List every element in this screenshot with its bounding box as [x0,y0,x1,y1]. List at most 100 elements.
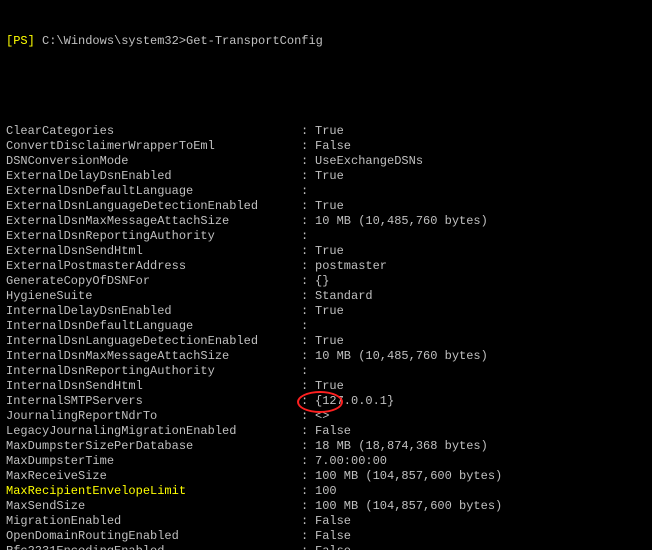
property-colon: : [301,154,315,169]
property-key: InternalDsnReportingAuthority [6,364,301,379]
property-colon: : [301,409,315,424]
property-colon: : [301,349,315,364]
property-key: InternalDsnMaxMessageAttachSize [6,349,301,364]
output-row: ExternalDsnDefaultLanguage: [6,184,646,199]
property-value: False [315,139,351,154]
property-key: MaxRecipientEnvelopeLimit [6,484,301,499]
output-row: ConvertDisclaimerWrapperToEml: False [6,139,646,154]
property-colon: : [301,244,315,259]
output-row: GenerateCopyOfDSNFor: {} [6,274,646,289]
output-row: InternalSMTPServers: {127.0.0.1} [6,394,646,409]
property-colon: : [301,499,315,514]
property-value: True [315,379,344,394]
output-row: HygieneSuite: Standard [6,289,646,304]
property-colon: : [301,304,315,319]
property-key: JournalingReportNdrTo [6,409,301,424]
output-row: InternalDsnMaxMessageAttachSize: 10 MB (… [6,349,646,364]
property-colon: : [301,124,315,139]
property-key: ExternalDsnLanguageDetectionEnabled [6,199,301,214]
property-value: 100 MB (104,857,600 bytes) [315,469,502,484]
property-key: ConvertDisclaimerWrapperToEml [6,139,301,154]
property-colon: : [301,364,315,379]
output-row: ExternalPostmasterAddress: postmaster [6,259,646,274]
property-key: LegacyJournalingMigrationEnabled [6,424,301,439]
output-row: ClearCategories: True [6,124,646,139]
property-key: InternalDelayDsnEnabled [6,304,301,319]
property-value: False [315,544,351,550]
property-value: {127.0.0.1} [315,394,394,409]
property-value: 7.00:00:00 [315,454,387,469]
property-key: Rfc2231EncodingEnabled [6,544,301,550]
property-colon: : [301,214,315,229]
property-colon: : [301,469,315,484]
property-value: {} [315,274,329,289]
property-key: MigrationEnabled [6,514,301,529]
property-value: True [315,199,344,214]
property-key: MaxSendSize [6,499,301,514]
output-row: MigrationEnabled: False [6,514,646,529]
property-key: InternalSMTPServers [6,394,301,409]
output-row: Rfc2231EncodingEnabled: False [6,544,646,550]
output-row: MaxDumpsterTime: 7.00:00:00 [6,454,646,469]
property-value: True [315,304,344,319]
property-value: True [315,124,344,139]
property-colon: : [301,529,315,544]
output-row: InternalDsnLanguageDetectionEnabled: Tru… [6,334,646,349]
property-value: False [315,529,351,544]
property-key: DSNConversionMode [6,154,301,169]
property-colon: : [301,199,315,214]
output-row: DSNConversionMode: UseExchangeDSNs [6,154,646,169]
property-key: ExternalDsnMaxMessageAttachSize [6,214,301,229]
output-row: MaxDumpsterSizePerDatabase: 18 MB (18,87… [6,439,646,454]
property-key: ExternalPostmasterAddress [6,259,301,274]
output-row: LegacyJournalingMigrationEnabled: False [6,424,646,439]
powershell-terminal[interactable]: [PS] C:\Windows\system32>Get-TransportCo… [0,0,652,550]
property-colon: : [301,514,315,529]
property-key: HygieneSuite [6,289,301,304]
property-colon: : [301,544,315,550]
property-key: ClearCategories [6,124,301,139]
property-value: Standard [315,289,373,304]
property-colon: : [301,319,315,334]
property-key: ExternalDsnReportingAuthority [6,229,301,244]
property-colon: : [301,274,315,289]
property-value: <> [315,409,329,424]
property-colon: : [301,454,315,469]
property-value: True [315,169,344,184]
property-key: GenerateCopyOfDSNFor [6,274,301,289]
property-colon: : [301,334,315,349]
property-value: 10 MB (10,485,760 bytes) [315,214,488,229]
property-key: InternalDsnSendHtml [6,379,301,394]
output-row: OpenDomainRoutingEnabled: False [6,529,646,544]
output-row: JournalingReportNdrTo: <> [6,409,646,424]
output-row: InternalDelayDsnEnabled: True [6,304,646,319]
command-output: ClearCategories: TrueConvertDisclaimerWr… [6,124,646,550]
property-colon: : [301,169,315,184]
property-key: InternalDsnDefaultLanguage [6,319,301,334]
property-value: False [315,514,351,529]
property-colon: : [301,439,315,454]
property-value: False [315,424,351,439]
property-value: True [315,334,344,349]
property-key: ExternalDelayDsnEnabled [6,169,301,184]
property-key: MaxDumpsterTime [6,454,301,469]
output-row: ExternalDsnLanguageDetectionEnabled: Tru… [6,199,646,214]
property-key: InternalDsnLanguageDetectionEnabled [6,334,301,349]
output-row: ExternalDsnMaxMessageAttachSize: 10 MB (… [6,214,646,229]
property-colon: : [301,394,315,409]
property-key: OpenDomainRoutingEnabled [6,529,301,544]
property-value: 10 MB (10,485,760 bytes) [315,349,488,364]
property-value: True [315,244,344,259]
property-colon: : [301,229,315,244]
property-colon: : [301,484,315,499]
output-row: InternalDsnReportingAuthority: [6,364,646,379]
output-row: ExternalDsnReportingAuthority: [6,229,646,244]
property-key: MaxDumpsterSizePerDatabase [6,439,301,454]
property-value: UseExchangeDSNs [315,154,423,169]
output-row: MaxSendSize: 100 MB (104,857,600 bytes) [6,499,646,514]
output-row: ExternalDelayDsnEnabled: True [6,169,646,184]
property-colon: : [301,379,315,394]
property-key: MaxReceiveSize [6,469,301,484]
property-value: 100 MB (104,857,600 bytes) [315,499,502,514]
property-colon: : [301,184,315,199]
